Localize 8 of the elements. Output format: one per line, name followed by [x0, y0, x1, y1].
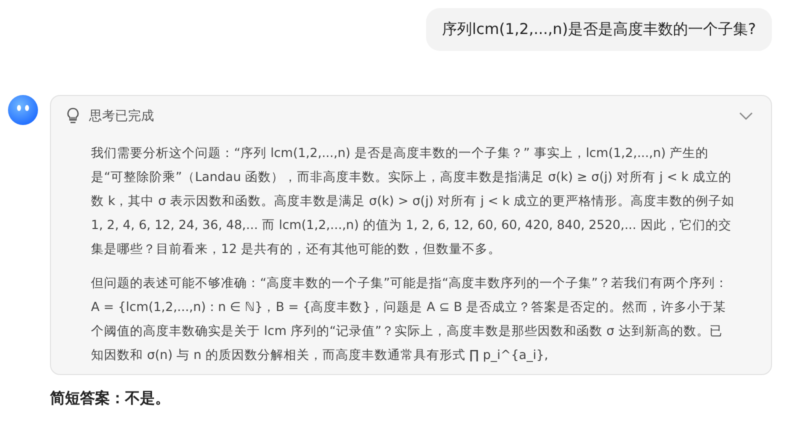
avatar-icon	[8, 95, 38, 125]
user-message: 序列lcm(1,2,...,n)是否是高度丰数的一个子集?	[426, 8, 772, 51]
lightbulb-icon	[65, 107, 81, 125]
thinking-paragraph: 但问题的表述可能不够准确：“高度丰数的一个子集”可能是指“高度丰数序列的一个子集”？若我们有两个序列：A = {lcm(1,2,...,n) : n ∈ ℕ}，B = {高度丰数}，问题是 A ⊆ B 是否成立？答案是否定的。然而，许多小于某个阈值的高度丰数确实是关于 lcm 序列的“记录值”？实际上，高度丰数是那些因数和函数 σ 达到新高的数。已知因数和 σ(n) 与 n 的质因数分解相关，而高度丰数通常具有形式 ∏ p_i^{a_i},	[91, 274, 729, 364]
chevron-icon[interactable]	[739, 111, 753, 121]
short-answer: 简短答案：不是。	[50, 388, 171, 408]
thinking-status: 思考已完成	[89, 108, 155, 125]
thinking-paragraph: 我们需要分析这个问题：“序列 lcm(1,2,...,n) 是否是高度丰数的一个子集？” 事实上，lcm(1,2,...,n) 产生的是“可整除阶乘”（Landau 函数），而非高度丰数。实际上，高度丰数是指满足 σ(k) ≥ σ(j) 对所有 j < k 成立的数 k，其中 σ 表示因数和函数。高度丰数是满足 σ(k) > σ(j) 对所有 j < k 成立的更严格情形。高度丰数的例子如 1, 2, 4, 6, 12, 24, 36, 48,... 而 lcm(1,2,...,n) 的值为 1, 2, 6, 12, 60, 60, 420, 840, 2520,... 因此，它们的交集是哪些？目前看来，12 是共有的，还有其他可能的数，但数量不多。	[91, 144, 735, 258]
